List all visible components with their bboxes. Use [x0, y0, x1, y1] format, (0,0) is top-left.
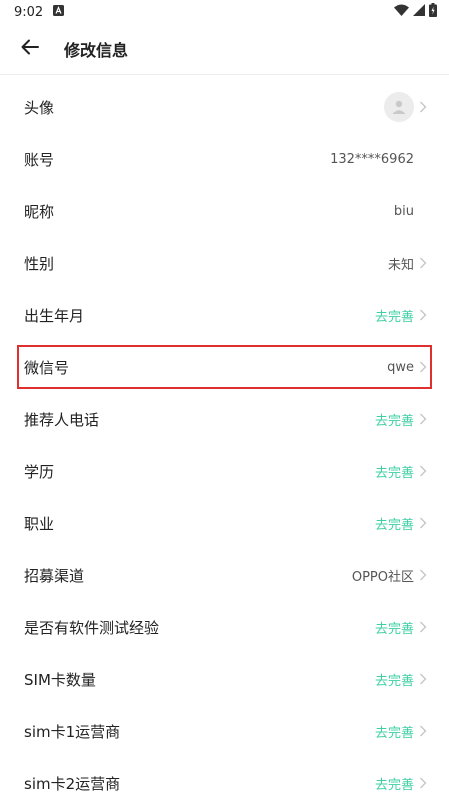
status-time: 9:02 — [14, 4, 44, 20]
chevron-right-icon — [416, 100, 430, 114]
row-label: 账号 — [24, 150, 55, 169]
row-label: 昵称 — [24, 202, 55, 221]
row-avatar[interactable]: 头像 — [17, 81, 432, 133]
app-bar: 修改信息 — [0, 24, 449, 75]
row-education[interactable]: 学历 去完善 — [17, 445, 432, 497]
row-value: 去完善 — [374, 621, 414, 637]
notification-icon — [53, 4, 65, 20]
row-gender[interactable]: 性别 未知 — [17, 237, 432, 289]
row-referrer-phone[interactable]: 推荐人电话 去完善 — [17, 393, 432, 445]
chevron-right-icon — [416, 776, 430, 790]
row-account: 账号 132****6962 — [17, 133, 432, 185]
row-value: 去完善 — [374, 309, 414, 325]
row-sim1-carrier[interactable]: sim卡1运营商 去完善 — [17, 705, 432, 757]
chevron-right-icon — [416, 256, 430, 270]
row-value: 去完善 — [374, 777, 414, 793]
row-value: 132****6962 — [330, 151, 414, 167]
row-label: 出生年月 — [24, 306, 85, 325]
row-sim-count[interactable]: SIM卡数量 去完善 — [17, 653, 432, 705]
row-label: sim卡1运营商 — [24, 722, 121, 741]
row-label: sim卡2运营商 — [24, 774, 121, 793]
row-label: 微信号 — [24, 358, 70, 377]
row-wechat-id[interactable]: 微信号 qwe — [17, 345, 432, 389]
row-label: 是否有软件测试经验 — [24, 618, 160, 637]
row-label: 推荐人电话 — [24, 410, 100, 429]
chevron-right-icon — [416, 724, 430, 738]
chevron-right-icon — [416, 464, 430, 478]
chevron-right-icon — [416, 360, 430, 374]
signal-icon — [413, 4, 425, 20]
row-label: SIM卡数量 — [24, 670, 96, 689]
chevron-right-icon — [416, 516, 430, 530]
avatar[interactable] — [384, 92, 414, 122]
row-label: 职业 — [24, 514, 55, 533]
chevron-right-icon — [416, 412, 430, 426]
status-bar: 9:02 — [0, 0, 449, 24]
row-recruit-channel[interactable]: 招募渠道 OPPO社区 — [17, 549, 432, 601]
row-label: 学历 — [24, 462, 55, 481]
back-button[interactable] — [0, 24, 60, 74]
page-title: 修改信息 — [64, 41, 129, 60]
row-value: 去完善 — [374, 413, 414, 429]
profile-field-list: 头像 账号 132****6962 昵称 biu 性别 未知 出生年月 去完善 … — [0, 81, 449, 809]
row-value: qwe — [387, 359, 414, 375]
row-nickname[interactable]: 昵称 biu — [17, 185, 432, 237]
row-value: 未知 — [387, 257, 414, 273]
user-icon — [392, 100, 406, 114]
row-value: 去完善 — [374, 517, 414, 533]
row-value: 去完善 — [374, 673, 414, 689]
row-occupation[interactable]: 职业 去完善 — [17, 497, 432, 549]
row-value: 去完善 — [374, 725, 414, 741]
row-label: 招募渠道 — [24, 566, 85, 585]
row-label: 头像 — [24, 98, 55, 117]
row-value: OPPO社区 — [351, 569, 414, 585]
chevron-right-icon — [416, 620, 430, 634]
back-arrow-icon — [21, 39, 39, 59]
row-sim2-carrier[interactable]: sim卡2运营商 去完善 — [17, 757, 432, 809]
row-value: 去完善 — [374, 465, 414, 481]
wifi-icon — [394, 4, 409, 20]
battery-icon — [429, 3, 437, 21]
chevron-right-icon — [416, 568, 430, 582]
row-testing-experience[interactable]: 是否有软件测试经验 去完善 — [17, 601, 432, 653]
row-label: 性别 — [24, 254, 55, 273]
row-birth-date[interactable]: 出生年月 去完善 — [17, 289, 432, 341]
row-value: biu — [393, 203, 414, 219]
chevron-right-icon — [416, 308, 430, 322]
chevron-right-icon — [416, 672, 430, 686]
